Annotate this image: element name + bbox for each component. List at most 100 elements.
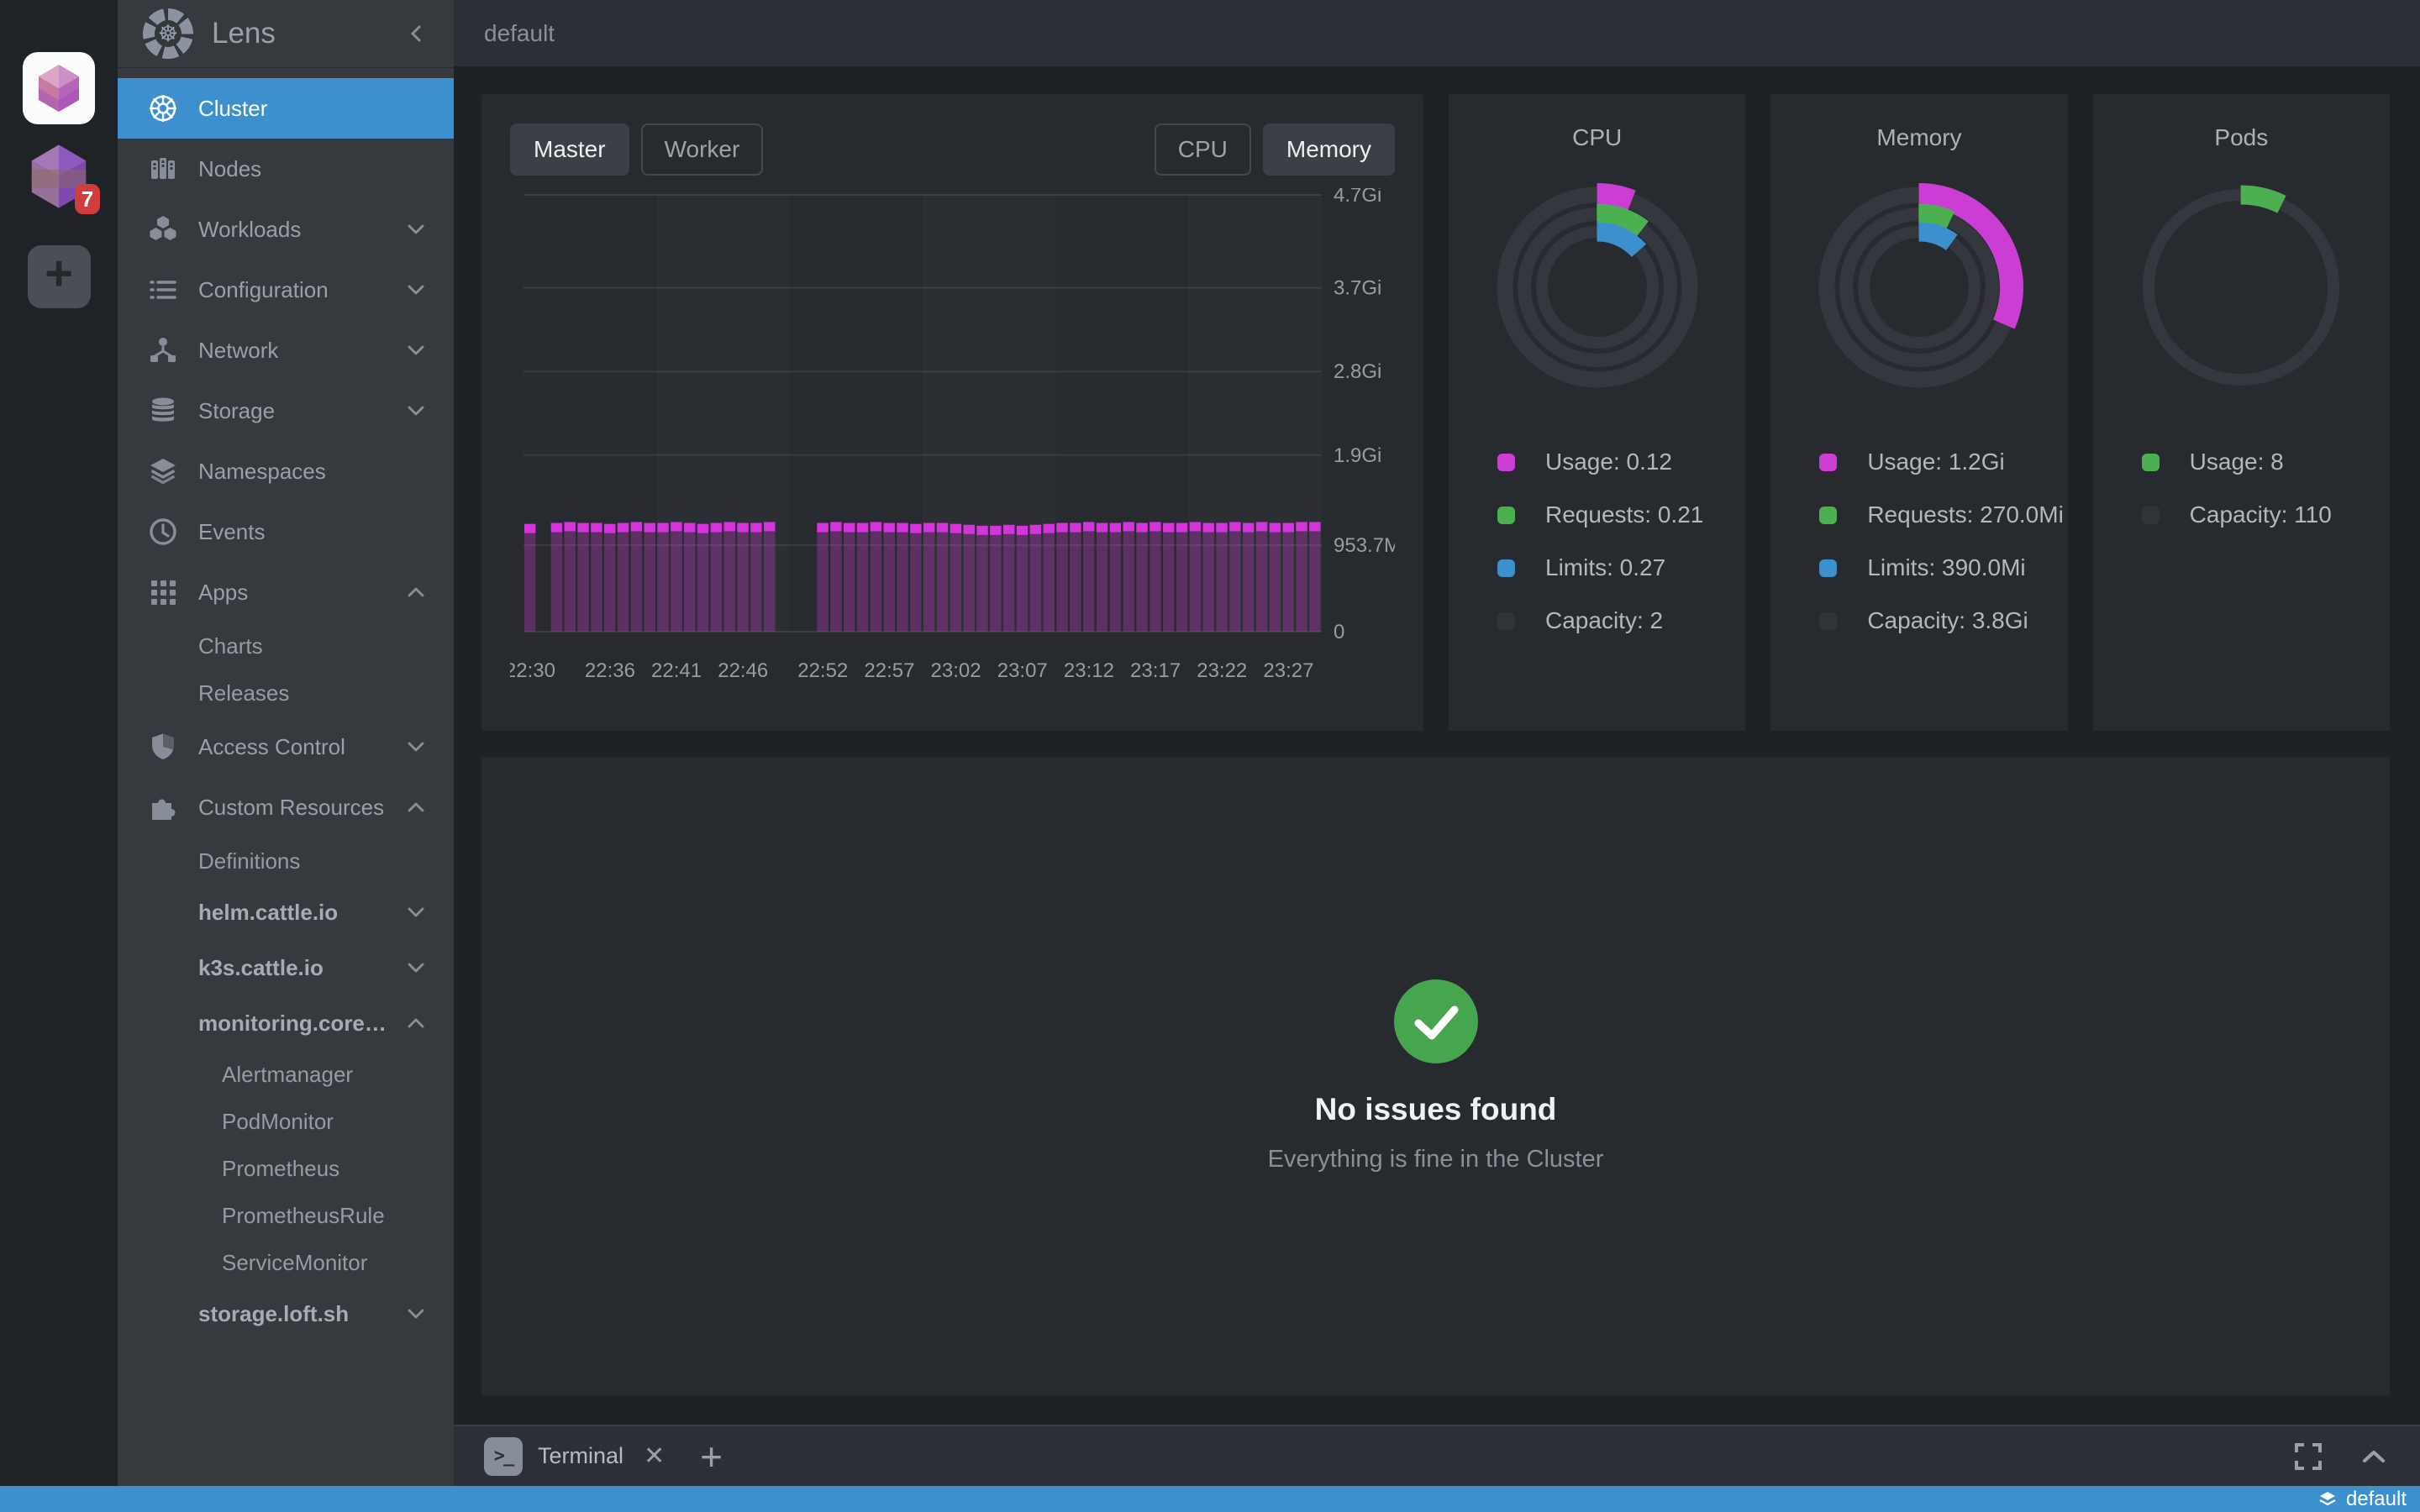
sidebar-item-monitoring-coreos[interactable]: monitoring.coreos…: [118, 995, 454, 1051]
legend-label: Limits: 0.27: [1545, 554, 1665, 581]
breadcrumb: default: [484, 20, 555, 47]
tab-worker[interactable]: Worker: [641, 123, 764, 176]
chart-toolbar: MasterWorker CPUMemory: [510, 123, 1395, 176]
svg-text:23:22: 23:22: [1197, 659, 1247, 682]
legend-row: Requests: 0.21: [1497, 501, 1745, 528]
cluster-overview: MasterWorker CPUMemory 4.7Gi3.7Gi2.8Gi1.…: [454, 66, 2420, 1425]
legend-swatch: [1497, 454, 1515, 471]
chevron-down-icon: [407, 403, 425, 418]
fullscreen-icon[interactable]: [2294, 1442, 2323, 1471]
namespaces-icon: [146, 456, 180, 486]
sidebar-item-label: ServiceMonitor: [222, 1250, 454, 1276]
legend-row: Capacity: 3.8Gi: [1819, 607, 2067, 634]
tab-cpu[interactable]: CPU: [1155, 123, 1251, 176]
lens-logo-icon: ☸: [143, 8, 193, 59]
issues-subtitle: Everything is fine in the Cluster: [1268, 1146, 1604, 1173]
events-icon: [146, 517, 180, 547]
sidebar-item-namespaces[interactable]: Namespaces: [118, 441, 454, 501]
configuration-icon: [146, 275, 180, 305]
sidebar-item-charts[interactable]: Charts: [118, 622, 454, 669]
sidebar-item-label: Releases: [198, 680, 454, 706]
sidebar-item-events[interactable]: Events: [118, 501, 454, 562]
active-namespace[interactable]: default: [2346, 1488, 2407, 1511]
cluster-icon-active[interactable]: [23, 52, 95, 124]
sidebar-item-workloads[interactable]: Workloads: [118, 199, 454, 260]
nodes-icon: [146, 154, 180, 184]
status-bar: default: [0, 1486, 2420, 1512]
issues-panel: No issues found Everything is fine in th…: [481, 757, 2390, 1395]
sidebar-item-custom-resources[interactable]: Custom Resources: [118, 777, 454, 837]
chevron-up-icon: [407, 800, 425, 815]
sidebar-item-configuration[interactable]: Configuration: [118, 260, 454, 320]
tab-memory[interactable]: Memory: [1263, 123, 1395, 176]
terminal-tab-label[interactable]: Terminal: [538, 1443, 623, 1469]
expand-dock-icon[interactable]: [2361, 1449, 2386, 1464]
sidebar-item-access-control[interactable]: Access Control: [118, 717, 454, 777]
chevron-down-icon: [407, 1306, 425, 1321]
close-terminal-icon[interactable]: ✕: [644, 1441, 665, 1471]
metric-tabs: CPUMemory: [1155, 123, 1395, 176]
sidebar-item-servicemonitor[interactable]: ServiceMonitor: [118, 1239, 454, 1286]
sidebar-item-k3s-cattle-io[interactable]: k3s.cattle.io: [118, 940, 454, 995]
sidebar-item-podmonitor[interactable]: PodMonitor: [118, 1098, 454, 1145]
donut-chart-pods: [2132, 178, 2350, 396]
chevron-down-icon: [407, 343, 425, 358]
sidebar-item-label: Storage: [198, 398, 397, 424]
chevron-down-icon: [407, 222, 425, 237]
sidebar-item-label: PodMonitor: [222, 1109, 454, 1135]
sidebar-item-alertmanager[interactable]: Alertmanager: [118, 1051, 454, 1098]
sidebar-item-nodes[interactable]: Nodes: [118, 139, 454, 199]
chevron-up-icon: [407, 1016, 425, 1031]
legend-row: Usage: 8: [2142, 449, 2390, 475]
sidebar-item-prometheus[interactable]: Prometheus: [118, 1145, 454, 1192]
sidebar-item-label: Workloads: [198, 217, 397, 243]
svg-text:22:46: 22:46: [718, 659, 768, 682]
legend-swatch: [2142, 507, 2160, 524]
gauge-title: Memory: [1876, 124, 1961, 151]
sidebar-item-definitions[interactable]: Definitions: [118, 837, 454, 885]
sidebar: ☸ Lens ClusterNodes Workloads Configuratio…: [118, 0, 454, 1486]
gauge-panel-memory: MemoryUsage: 1.2GiRequests: 270.0MiLimit…: [1770, 94, 2067, 731]
lens-app-window: 7 + ☸ Lens ClusterNodes Workloads Configur…: [0, 0, 2420, 1512]
sidebar-item-helm-cattle-io[interactable]: helm.cattle.io: [118, 885, 454, 940]
sidebar-item-prometheusrule[interactable]: PrometheusRule: [118, 1192, 454, 1239]
svg-text:2.8Gi: 2.8Gi: [1334, 360, 1381, 383]
sidebar-item-label: Access Control: [198, 734, 397, 760]
sidebar-item-apps[interactable]: Apps: [118, 562, 454, 622]
sidebar-item-storage[interactable]: Storage: [118, 381, 454, 441]
donut-chart-cpu: [1488, 178, 1707, 396]
sidebar-menu: ClusterNodes Workloads Configuration Networ…: [118, 68, 454, 1486]
chevron-down-icon: [407, 282, 425, 297]
legend-row: Requests: 270.0Mi: [1819, 501, 2067, 528]
sidebar-item-releases[interactable]: Releases: [118, 669, 454, 717]
legend-label: Capacity: 3.8Gi: [1867, 607, 2028, 634]
svg-text:4.7Gi: 4.7Gi: [1334, 188, 1381, 207]
legend-swatch: [1497, 559, 1515, 577]
legend-swatch: [1819, 559, 1837, 577]
legend-swatch: [1819, 612, 1837, 630]
add-cluster-button[interactable]: +: [28, 245, 91, 308]
svg-text:23:27: 23:27: [1263, 659, 1313, 682]
svg-text:0: 0: [1334, 621, 1344, 643]
terminal-icon[interactable]: >_: [484, 1437, 523, 1476]
notification-badge: 7: [75, 184, 100, 214]
check-icon: [1394, 979, 1478, 1063]
sidebar-item-storage-loft-sh[interactable]: storage.loft.sh: [118, 1286, 454, 1341]
chevron-down-icon: [407, 905, 425, 920]
legend-label: Requests: 0.21: [1545, 501, 1703, 528]
new-terminal-icon[interactable]: +: [700, 1440, 723, 1473]
svg-text:953.7Mi: 953.7Mi: [1334, 534, 1395, 557]
sidebar-item-label: Network: [198, 338, 397, 364]
app-title: Lens: [212, 17, 407, 50]
network-icon: [146, 335, 180, 365]
gauge-title: CPU: [1572, 124, 1622, 151]
sidebar-item-network[interactable]: Network: [118, 320, 454, 381]
sidebar-item-cluster[interactable]: Cluster: [118, 78, 454, 139]
collapse-sidebar-icon[interactable]: [407, 21, 425, 46]
legend-row: Usage: 1.2Gi: [1819, 449, 2067, 475]
cluster-icon-secondary[interactable]: 7: [23, 140, 95, 213]
tab-master[interactable]: Master: [510, 123, 629, 176]
namespace-layers-icon: [2317, 1489, 2338, 1509]
legend-swatch: [1497, 612, 1515, 630]
chevron-down-icon: [407, 739, 425, 754]
